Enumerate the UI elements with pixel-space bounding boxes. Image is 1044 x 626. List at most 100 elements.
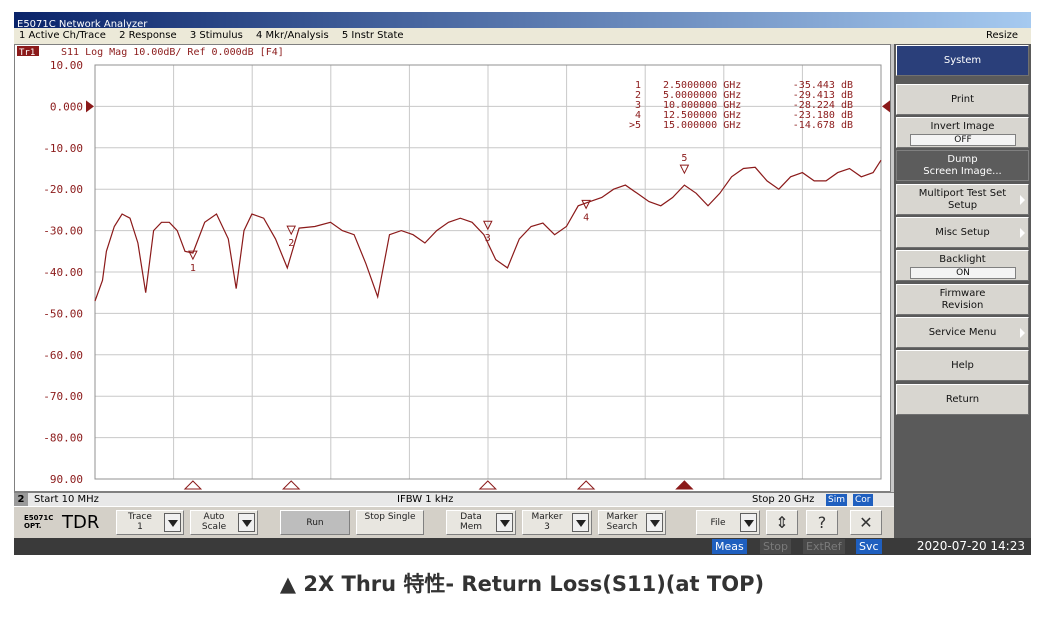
trace-dropdown-icon[interactable]: [164, 513, 181, 532]
marker-table-value: -14.678 dB: [793, 120, 853, 131]
channel-status-bar: 2 Start 10 MHz IFBW 1 kHz Stop 20 GHz Si…: [14, 492, 894, 507]
menu-active-ch-trace[interactable]: 1 Active Ch/Trace: [14, 28, 111, 44]
y-tick-label: 0.000: [50, 100, 83, 113]
extref-indicator: ExtRef: [803, 539, 845, 554]
y-tick-label: -40.00: [43, 266, 83, 279]
svc-indicator: Svc: [856, 539, 882, 554]
trace-chart: Tr1 S11 Log Mag 10.00dB/ Ref 0.000dB [F4]…: [17, 46, 890, 490]
stop-single-label: Stop Single: [364, 512, 416, 522]
panel-title-system[interactable]: System: [896, 45, 1029, 76]
y-tick-label: -30.00: [43, 225, 83, 238]
meas-indicator: Meas: [712, 539, 747, 554]
help-question-icon[interactable]: ?: [806, 510, 838, 535]
marker-search-dropdown-icon[interactable]: [646, 513, 663, 532]
file-label: File: [710, 518, 726, 528]
dump-screen-image-button[interactable]: Dump Screen Image...: [896, 150, 1029, 181]
channel-number: 2: [14, 493, 28, 507]
close-icon[interactable]: ✕: [850, 510, 882, 535]
marker-label: 4: [583, 212, 589, 223]
cor-badge: Cor: [853, 494, 873, 506]
submenu-arrow-icon: [1020, 228, 1025, 238]
file-dropdown-icon[interactable]: [740, 513, 757, 532]
trace-softkey-label: Trace 1: [128, 512, 152, 532]
trace-header: S11 Log Mag 10.00dB/ Ref 0.000dB [F4]: [61, 47, 284, 58]
menu-bar: 1 Active Ch/Trace 2 Response 3 Stimulus …: [14, 28, 1031, 45]
figure-caption: ▲ 2X Thru 特性- Return Loss(S11)(at TOP): [279, 572, 765, 596]
y-tick-label: -10.00: [43, 142, 83, 155]
trace-plot-area[interactable]: Tr1 S11 Log Mag 10.00dB/ Ref 0.000dB [F4]…: [14, 44, 891, 492]
marker-table-freq: 15.000000 GHz: [663, 120, 741, 131]
model-badge: E5071C OPT. TDR: [20, 511, 110, 535]
data-mem-softkey[interactable]: Data Mem: [446, 510, 516, 535]
trace-softkey[interactable]: Trace 1: [116, 510, 184, 535]
run-button[interactable]: Run: [280, 510, 350, 535]
marker-table-id: >5: [629, 120, 641, 131]
stop-single-button[interactable]: Stop Single: [356, 510, 424, 535]
auto-scale-softkey[interactable]: Auto Scale: [190, 510, 258, 535]
ref-level-marker-right: [882, 100, 890, 113]
menu-response[interactable]: 2 Response: [114, 28, 182, 44]
menu-mkr-analysis[interactable]: 4 Mkr/Analysis: [251, 28, 334, 44]
tdr-label: TDR: [62, 512, 100, 533]
marker-label: 3: [485, 233, 491, 244]
y-tick-label: -20.00: [43, 183, 83, 196]
file-softkey[interactable]: File: [696, 510, 760, 535]
updown-arrows-icon[interactable]: ⇕: [766, 510, 798, 535]
auto-scale-dropdown-icon[interactable]: [238, 513, 255, 532]
softkey-panel: System Print Invert Image OFF Dump Scree…: [894, 44, 1031, 538]
marker-position-indicator: [183, 480, 203, 490]
submenu-arrow-icon: [1020, 195, 1025, 205]
submenu-arrow-icon: [1020, 328, 1025, 338]
trace-tag-label: Tr1: [19, 48, 35, 58]
title-bar: E5071C Network Analyzer: [14, 12, 1031, 30]
backlight-value: ON: [910, 267, 1016, 279]
help-button[interactable]: Help: [896, 350, 1029, 381]
network-analyzer-window: E5071C Network Analyzer 1 Active Ch/Trac…: [14, 12, 1031, 555]
backlight-button[interactable]: Backlight ON: [896, 250, 1029, 281]
data-mem-dropdown-icon[interactable]: [496, 513, 513, 532]
data-mem-label: Data Mem: [459, 512, 483, 532]
service-menu-button[interactable]: Service Menu: [896, 317, 1029, 348]
marker-position-indicator: [675, 480, 694, 490]
model-option: OPT.: [24, 522, 42, 530]
y-tick-label: -80.00: [43, 432, 83, 445]
marker-label: 5: [681, 153, 687, 164]
stop-frequency: Stop 20 GHz: [752, 494, 815, 505]
marker-position-indicator: [576, 480, 596, 490]
softkey-bar: E5071C OPT. TDR Trace 1 Auto Scale Run S…: [14, 506, 894, 539]
firmware-revision-button[interactable]: Firmware Revision: [896, 284, 1029, 315]
marker-softkey[interactable]: Marker 3: [522, 510, 592, 535]
y-tick-label: -50.00: [43, 307, 83, 320]
misc-setup-button[interactable]: Misc Setup: [896, 217, 1029, 248]
model-number: E5071C: [24, 514, 54, 522]
y-tick-label: -70.00: [43, 390, 83, 403]
marker-position-indicator: [478, 480, 498, 490]
invert-image-value: OFF: [910, 134, 1016, 146]
marker-triangle: [679, 164, 690, 175]
instrument-status-bar: Meas Stop ExtRef Svc 2020-07-20 14:23: [14, 538, 1031, 555]
marker-label: 2: [288, 238, 294, 249]
y-tick-label: -60.00: [43, 349, 83, 362]
y-tick-label: 90.00: [50, 473, 83, 486]
return-button[interactable]: Return: [896, 384, 1029, 415]
marker-label: Marker 3: [531, 512, 563, 532]
auto-scale-label: Auto Scale: [201, 512, 227, 532]
start-frequency: Start 10 MHz: [34, 494, 99, 505]
ref-level-marker-left: [86, 100, 94, 113]
menu-instr-state[interactable]: 5 Instr State: [337, 28, 409, 44]
stop-indicator: Stop: [760, 539, 792, 554]
invert-image-button[interactable]: Invert Image OFF: [896, 117, 1029, 148]
menu-resize[interactable]: Resize: [981, 28, 1023, 44]
marker-position-indicator: [281, 480, 301, 490]
print-button[interactable]: Print: [896, 84, 1029, 115]
marker-search-softkey[interactable]: Marker Search: [598, 510, 666, 535]
run-label: Run: [306, 518, 324, 528]
marker-label: 1: [190, 263, 196, 274]
marker-dropdown-icon[interactable]: [572, 513, 589, 532]
date-time: 2020-07-20 14:23: [916, 539, 1025, 553]
sim-badge: Sim: [826, 494, 847, 506]
marker-search-label: Marker Search: [606, 512, 638, 532]
multiport-test-set-setup-button[interactable]: Multiport Test Set Setup: [896, 184, 1029, 215]
y-tick-label: 10.00: [50, 59, 83, 72]
menu-stimulus[interactable]: 3 Stimulus: [185, 28, 248, 44]
